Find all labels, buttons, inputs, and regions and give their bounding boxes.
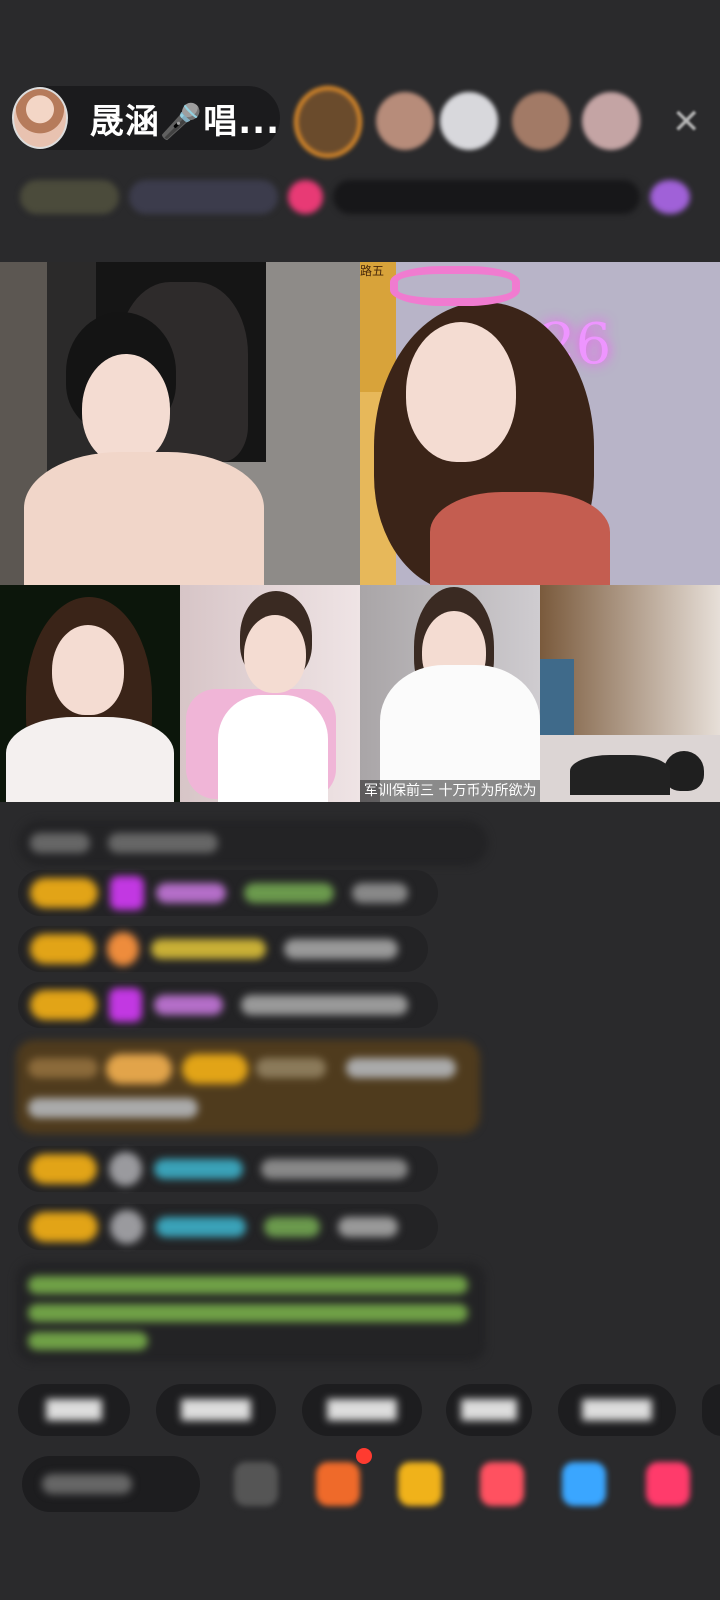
- video-tile-6[interactable]: [540, 585, 720, 802]
- video-tile-2[interactable]: 路五 26: [360, 262, 720, 585]
- video-tile-5[interactable]: 军训保前三 十万币为所欲为: [360, 585, 540, 802]
- face: [406, 322, 516, 462]
- level-badge: [30, 1212, 98, 1242]
- chat-message[interactable]: [18, 926, 428, 972]
- host-pill[interactable]: 晟涵🎤唱...: [12, 86, 280, 150]
- face: [82, 354, 170, 464]
- host-avatar[interactable]: [12, 87, 68, 149]
- body: [24, 452, 264, 585]
- game-icon[interactable]: [480, 1462, 524, 1506]
- level-badge: [30, 878, 98, 908]
- body: [570, 755, 670, 795]
- video-tile-3[interactable]: [0, 585, 180, 802]
- quick-reply-1[interactable]: ████: [18, 1384, 130, 1436]
- viewer-avatar[interactable]: [512, 92, 570, 150]
- gift-icon: [106, 932, 140, 966]
- close-icon[interactable]: ✕: [672, 102, 701, 142]
- user-icon: [108, 1152, 143, 1186]
- info-bar[interactable]: [20, 172, 700, 222]
- video-tile-1[interactable]: [0, 262, 360, 585]
- viewer-avatar[interactable]: [440, 92, 498, 150]
- chat-message[interactable]: [18, 870, 438, 916]
- host-name: 晟涵🎤唱...: [89, 101, 280, 142]
- emoji-icon[interactable]: [234, 1462, 278, 1506]
- video-tile-4[interactable]: [180, 585, 360, 802]
- notification-dot: [356, 1448, 372, 1464]
- video-caption: 军训保前三 十万币为所欲为: [360, 780, 540, 802]
- level-badge: [30, 1154, 97, 1184]
- quick-reply-4[interactable]: ████: [446, 1384, 532, 1436]
- gift-box-icon[interactable]: [316, 1462, 360, 1506]
- chat-message[interactable]: [18, 1204, 438, 1250]
- level-badge: [30, 990, 97, 1020]
- body: [6, 717, 174, 802]
- top-viewer-avatar[interactable]: [294, 86, 362, 158]
- video-grid: 路五 26 军训保前三 十万币为所欲为: [0, 262, 720, 802]
- viewer-avatar[interactable]: [582, 92, 640, 150]
- user-icon: [110, 1210, 144, 1244]
- pink-mask: [390, 266, 520, 306]
- level-badge: [30, 934, 95, 964]
- more-icon[interactable]: [646, 1462, 690, 1506]
- system-notice[interactable]: [16, 1262, 486, 1362]
- body: [218, 695, 328, 802]
- chat-bubble-icon[interactable]: [562, 1462, 606, 1506]
- gem-icon: [108, 988, 143, 1022]
- quick-reply-2[interactable]: █████: [156, 1384, 276, 1436]
- chat-message[interactable]: [18, 1146, 438, 1192]
- face: [244, 615, 306, 693]
- viewer-avatar[interactable]: [376, 92, 434, 150]
- highlight-message[interactable]: [16, 1040, 480, 1134]
- chat-input[interactable]: [22, 1456, 200, 1512]
- painting: [540, 659, 574, 743]
- chat-message[interactable]: [18, 820, 488, 866]
- quick-reply-3[interactable]: █████: [302, 1384, 422, 1436]
- face: [52, 625, 124, 715]
- quick-reply-5[interactable]: █████: [558, 1384, 676, 1436]
- quick-reply-more[interactable]: [702, 1384, 720, 1436]
- treasure-icon[interactable]: [398, 1462, 442, 1506]
- body: [430, 492, 610, 585]
- gem-icon: [110, 876, 144, 910]
- hair: [664, 751, 704, 791]
- chat-message[interactable]: [18, 982, 438, 1028]
